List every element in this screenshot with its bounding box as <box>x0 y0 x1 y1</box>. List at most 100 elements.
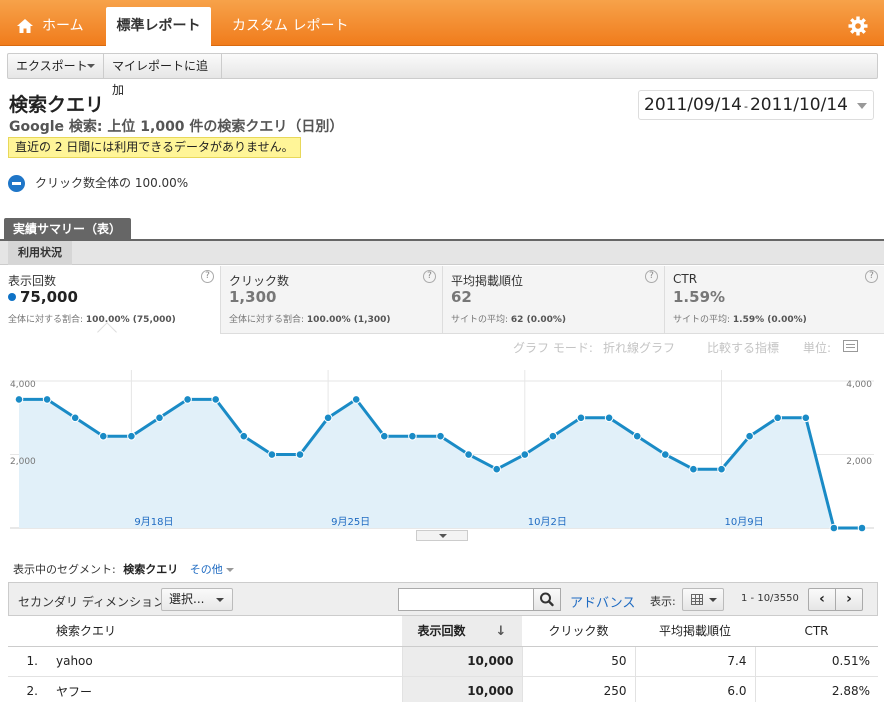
col-ctr-header[interactable]: CTR <box>755 616 878 647</box>
chart-point[interactable] <box>127 431 136 441</box>
chart-point[interactable] <box>576 413 586 423</box>
chevron-down-icon <box>225 568 234 572</box>
tab-standard-reports[interactable]: 標準レポート <box>106 7 211 46</box>
metric-foot-label: 全体に対する割合: <box>8 315 84 325</box>
advanced-filter-link[interactable]: アドバンス <box>570 592 635 611</box>
table-row[interactable]: 1. yahoo 10,000 50 7.4 0.51% <box>8 646 878 677</box>
col-position-header[interactable]: 平均掲載順位 <box>635 616 755 647</box>
chart-point[interactable] <box>745 431 754 441</box>
table-grid-icon <box>691 594 703 605</box>
col-impressions-header[interactable]: 表示回数 ↓ <box>402 616 522 647</box>
search-button[interactable] <box>533 588 561 611</box>
chart-point[interactable] <box>464 450 473 459</box>
chart-point[interactable] <box>857 523 867 533</box>
chart-point[interactable] <box>267 450 277 459</box>
chart-point[interactable] <box>380 431 389 441</box>
row-ctr: 2.88% <box>755 676 878 702</box>
chart-point[interactable] <box>689 464 698 474</box>
row-query[interactable]: yahoo <box>48 646 403 677</box>
segment-share: クリック数全体の 100.00% <box>8 174 188 192</box>
table-row[interactable]: 2. ヤフー 10,000 250 6.0 2.88% <box>8 676 878 702</box>
chart-point[interactable] <box>70 413 80 423</box>
metric-clicks[interactable]: クリック数 1,300 全体に対する割合: 100.00% (1,300) ? <box>220 266 442 334</box>
chart-point[interactable] <box>492 464 502 474</box>
help-icon[interactable]: ? <box>423 270 436 283</box>
unit-select-icon[interactable] <box>843 340 858 352</box>
chart-point[interactable] <box>183 395 192 404</box>
row-clicks: 250 <box>522 676 636 702</box>
subtab-bar: 利用状況 <box>0 241 884 265</box>
chart-resize-handle[interactable] <box>416 530 468 541</box>
chevron-down-icon <box>216 598 224 602</box>
segment-other[interactable]: その他 <box>190 563 234 576</box>
chart-point[interactable] <box>801 413 811 423</box>
metric-value: 1.59% <box>673 288 726 306</box>
metric-value: 75,000 <box>20 288 78 306</box>
secondary-dimension-label: セカンダリ ディメンション: <box>18 595 170 609</box>
chart-point[interactable] <box>632 431 642 441</box>
chart-point[interactable] <box>14 395 24 404</box>
tab-home-label: ホーム <box>42 18 84 34</box>
metric-foot-value: 100.00% (75,000) <box>85 315 176 325</box>
metric-impressions[interactable]: 表示回数 75,000 全体に対する割合: 100.00% (75,000) ? <box>0 266 220 334</box>
date-range-picker[interactable]: 2011/09/14-2011/10/14 <box>638 90 874 120</box>
chart-point[interactable] <box>211 395 220 404</box>
x-tick-label: 9月18日 <box>134 516 173 528</box>
prev-page-button[interactable]: ‹ <box>808 588 836 611</box>
row-query[interactable]: ヤフー <box>48 676 403 702</box>
tab-custom-reports[interactable]: カスタム レポート <box>232 7 348 46</box>
chart-point[interactable] <box>351 395 361 404</box>
chart-point[interactable] <box>661 450 670 459</box>
row-position: 6.0 <box>635 676 756 702</box>
secondary-dimension-select[interactable]: 選択... <box>161 588 233 611</box>
chart-point[interactable] <box>42 395 52 404</box>
y-tick-label: 4,000 <box>10 380 36 390</box>
chart-point[interactable] <box>520 450 530 459</box>
table-search-input[interactable] <box>398 588 534 611</box>
sort-down-icon: ↓ <box>495 624 507 640</box>
chart-point[interactable] <box>829 523 839 533</box>
unit-label: 単位: <box>803 341 832 355</box>
view-mode-select[interactable] <box>682 588 724 611</box>
chart-point[interactable] <box>604 413 614 423</box>
col-clicks-header[interactable]: クリック数 <box>522 616 635 647</box>
metric-name: 平均掲載順位 <box>451 274 524 288</box>
chart-point[interactable] <box>548 431 558 441</box>
add-to-my-reports-button[interactable]: マイレポートに追加 <box>104 54 222 97</box>
top-nav: ホーム 標準レポート カスタム レポート <box>0 0 884 46</box>
chart-point[interactable] <box>323 413 333 423</box>
metric-ctr[interactable]: CTR 1.59% サイトの平均: 1.59% (0.00%) ? <box>664 266 884 334</box>
row-impressions: 10,000 <box>402 646 523 677</box>
help-icon[interactable]: ? <box>201 270 214 283</box>
metric-foot-label: サイトの平均: <box>451 315 509 325</box>
chart-point[interactable] <box>717 464 726 474</box>
select-label: 選択... <box>169 592 205 606</box>
col-query-header[interactable]: 検索クエリ <box>48 616 402 647</box>
next-page-button[interactable]: › <box>835 588 863 611</box>
chart-point[interactable] <box>155 413 164 423</box>
chart-point[interactable] <box>99 431 108 441</box>
metric-avg-position[interactable]: 平均掲載順位 62 サイトの平均: 62 (0.00%) ? <box>442 266 664 334</box>
compare-metric-select[interactable]: 比較する指標 <box>707 339 779 356</box>
subtab-usage[interactable]: 利用状況 <box>8 241 72 265</box>
y-tick-label: 4,000 <box>846 380 872 390</box>
help-icon[interactable]: ? <box>865 270 878 283</box>
tab-home[interactable]: ホーム <box>16 7 84 46</box>
row-impressions: 10,000 <box>402 676 523 702</box>
tab-summary[interactable]: 実績サマリー（表） <box>4 218 131 240</box>
segment-current[interactable]: 検索クエリ <box>123 563 178 576</box>
graph-mode-select[interactable]: 折れ線グラフ <box>603 339 675 356</box>
chart-point[interactable] <box>436 431 445 441</box>
y-tick-label: 2,000 <box>846 457 872 467</box>
segment-selector: 表示中のセグメント: 検索クエリ その他 <box>13 561 234 577</box>
chart-point[interactable] <box>295 450 305 459</box>
help-icon[interactable]: ? <box>645 270 658 283</box>
row-ctr: 0.51% <box>755 646 878 677</box>
gear-icon[interactable] <box>848 16 868 36</box>
export-label: エクスポート <box>16 59 88 73</box>
table-header-row: 検索クエリ 表示回数 ↓ クリック数 平均掲載順位 CTR <box>8 616 878 647</box>
chart-point[interactable] <box>408 431 417 441</box>
chart-point[interactable] <box>773 413 783 423</box>
export-button[interactable]: エクスポート <box>8 54 104 78</box>
chart-point[interactable] <box>239 431 249 441</box>
